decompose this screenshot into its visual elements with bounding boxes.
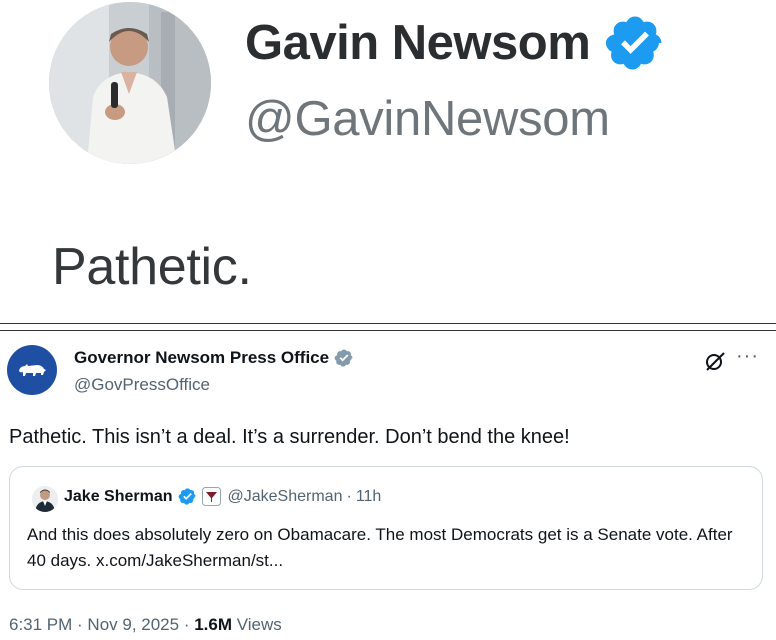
quoted-timestamp[interactable]: 11h bbox=[356, 488, 382, 506]
quoted-tweet-text: And this does absolutely zero on Obamaca… bbox=[27, 525, 733, 570]
more-options-icon[interactable]: ··· bbox=[736, 345, 759, 368]
tweet-time[interactable]: 6:31 PM bbox=[9, 615, 72, 634]
author-row: Gavin Newsom bbox=[245, 12, 666, 74]
tweet-text: Pathetic. bbox=[52, 238, 252, 296]
profile-photo bbox=[49, 2, 211, 164]
quoted-author-name[interactable]: Jake Sherman bbox=[64, 488, 173, 506]
affiliate-badge-icon bbox=[201, 487, 221, 506]
avatar[interactable] bbox=[7, 345, 57, 395]
profile-photo bbox=[32, 486, 58, 512]
verified-badge-icon bbox=[604, 12, 666, 74]
tweet-text: Pathetic. This isn’t a deal. It’s a surr… bbox=[9, 426, 570, 448]
author-name[interactable]: Gavin Newsom bbox=[245, 15, 591, 71]
separator-dot: · bbox=[346, 487, 352, 505]
avatar[interactable] bbox=[32, 486, 58, 512]
author-name[interactable]: Governor Newsom Press Office bbox=[74, 348, 329, 368]
verified-badge-icon bbox=[178, 487, 197, 506]
government-badge-icon bbox=[334, 348, 354, 368]
quoted-tweet[interactable]: Jake Sherman @JakeSherman · 11h And this… bbox=[9, 466, 763, 590]
bear-icon bbox=[19, 364, 46, 376]
views-label: Views bbox=[232, 615, 282, 634]
divider bbox=[0, 323, 776, 331]
author-handle[interactable]: @GavinNewsom bbox=[245, 91, 610, 147]
separator-dot: · bbox=[72, 615, 88, 634]
top-tweet: Gavin Newsom @GavinNewsom Pathetic. bbox=[0, 0, 776, 322]
bottom-tweet: Governor Newsom Press Office @GovPressOf… bbox=[0, 331, 776, 640]
quoted-author-handle[interactable]: @JakeSherman bbox=[228, 488, 343, 506]
grok-icon[interactable] bbox=[703, 349, 727, 373]
author-row: Governor Newsom Press Office bbox=[74, 348, 354, 368]
views-count: 1.6M bbox=[194, 615, 233, 634]
quoted-author-row: Jake Sherman @JakeSherman · 11h bbox=[64, 487, 381, 506]
separator-dot: · bbox=[179, 615, 195, 634]
avatar[interactable] bbox=[49, 2, 211, 164]
tweet-date[interactable]: Nov 9, 2025 bbox=[87, 615, 179, 634]
author-handle[interactable]: @GovPressOffice bbox=[74, 375, 210, 395]
tweet-meta: 6:31 PM · Nov 9, 2025 · 1.6M Views bbox=[9, 615, 282, 635]
